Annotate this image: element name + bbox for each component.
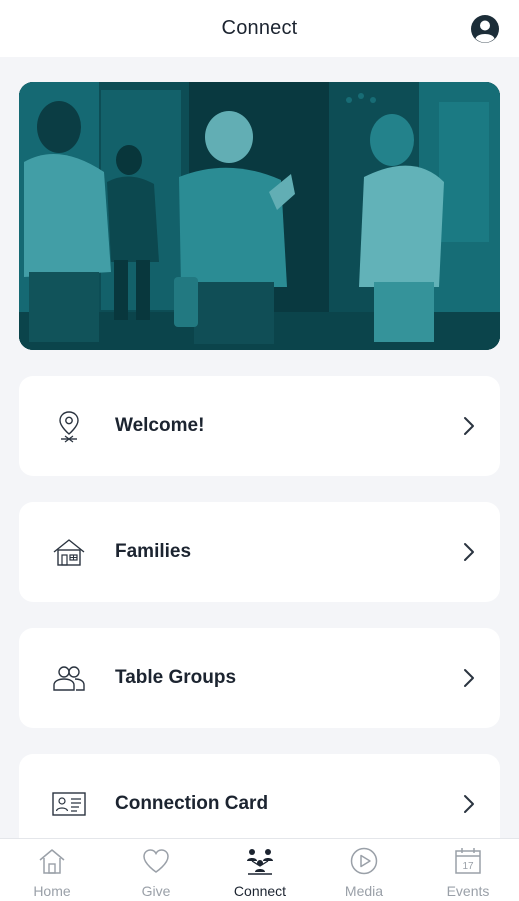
tab-label: Events bbox=[446, 883, 490, 899]
top-bar: Connect bbox=[0, 0, 519, 57]
bottom-tab-bar: Home Give Connect Media 17 Events bbox=[0, 838, 519, 901]
page-title: Connect bbox=[221, 17, 298, 39]
chevron-right-icon bbox=[464, 417, 474, 435]
home-icon bbox=[39, 849, 65, 874]
tab-label: Connect bbox=[233, 883, 287, 899]
chevron-right-icon bbox=[464, 669, 474, 687]
tab-give[interactable]: Give bbox=[104, 839, 208, 901]
menu-item-welcome[interactable]: Welcome! bbox=[19, 376, 500, 476]
tab-home[interactable]: Home bbox=[0, 839, 104, 901]
heart-icon bbox=[143, 849, 169, 873]
menu-item-label: Welcome! bbox=[115, 415, 205, 436]
menu-item-table-groups[interactable]: Table Groups bbox=[19, 628, 500, 728]
hero-photo bbox=[19, 82, 500, 350]
tab-connect[interactable]: Connect bbox=[208, 839, 312, 901]
chevron-right-icon bbox=[464, 795, 474, 813]
house-icon bbox=[53, 539, 85, 566]
calendar-icon-text: 17 bbox=[462, 861, 474, 872]
tab-label: Give bbox=[141, 883, 171, 899]
menu-item-label: Table Groups bbox=[115, 667, 237, 688]
id-card-icon bbox=[52, 792, 86, 816]
play-circle-icon bbox=[350, 847, 378, 875]
chevron-right-icon bbox=[464, 543, 474, 561]
tab-events[interactable]: 17 Events bbox=[416, 839, 519, 901]
tab-label: Home bbox=[33, 883, 71, 899]
hero-image[interactable] bbox=[19, 82, 500, 350]
calendar-icon: 17 bbox=[455, 848, 481, 874]
map-pin-icon bbox=[59, 411, 79, 443]
menu-item-label: Families bbox=[115, 541, 192, 562]
connect-people-icon bbox=[247, 849, 273, 875]
user-circle-icon bbox=[471, 15, 499, 43]
menu-item-families[interactable]: Families bbox=[19, 502, 500, 602]
profile-button[interactable] bbox=[470, 14, 500, 44]
tab-media[interactable]: Media bbox=[312, 839, 416, 901]
tab-label: Media bbox=[344, 883, 384, 899]
users-icon bbox=[53, 666, 85, 691]
